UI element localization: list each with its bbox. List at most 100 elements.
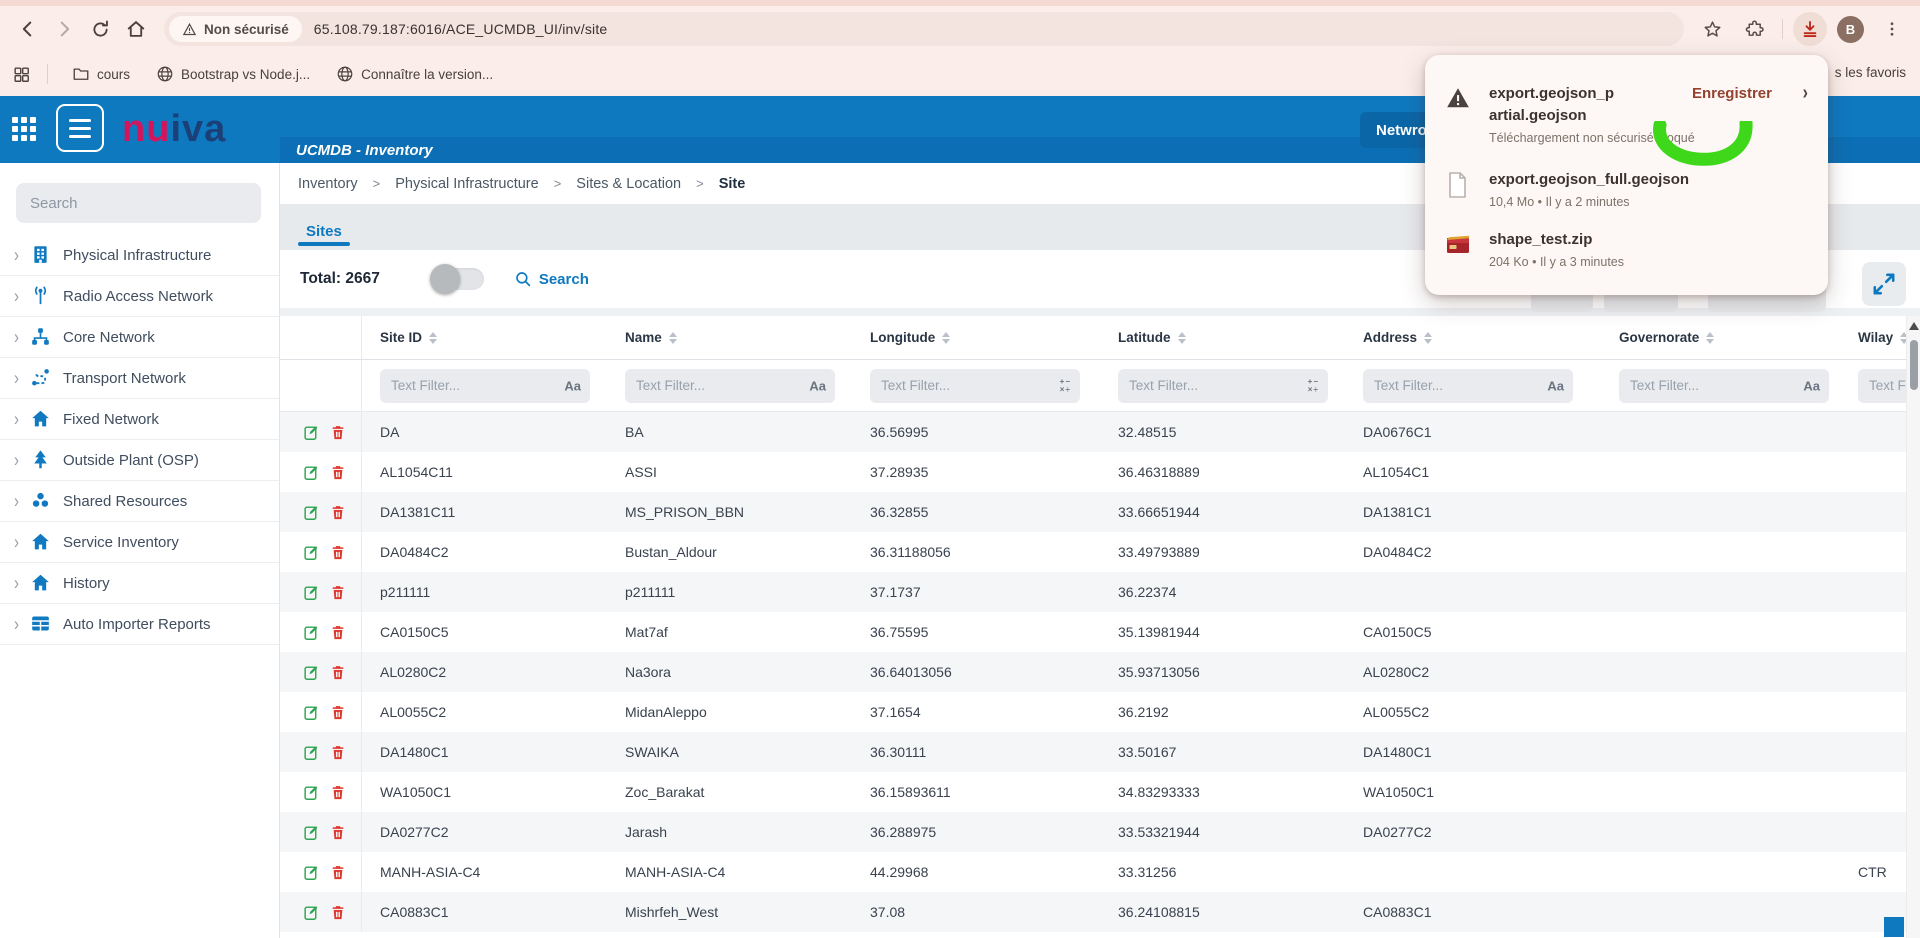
bookmark-conna-tre-la-version[interactable]: Connaître la version... (328, 61, 501, 87)
table-row[interactable]: AL0055C2MidanAleppo37.165436.2192AL0055C… (280, 692, 1920, 732)
delete-row-button[interactable] (330, 904, 347, 921)
scrollbar-up-arrow[interactable] (1909, 322, 1919, 330)
column-header-address[interactable]: Address (1345, 330, 1601, 345)
column-header-site-id[interactable]: Site ID (362, 330, 607, 345)
bookmark-bootstrap-vs-node-j[interactable]: Bootstrap vs Node.j... (148, 61, 318, 87)
download-item-zip[interactable]: shape_test.zip 204 Ko • Il y a 3 minutes (1425, 229, 1828, 269)
table-row[interactable]: AL0280C2Na3ora36.6401305635.93713056AL02… (280, 652, 1920, 692)
search-button[interactable]: Search (514, 270, 589, 288)
sidebar-search-input[interactable] (16, 183, 261, 223)
table-row[interactable]: p211111p21111137.173736.22374 (280, 572, 1920, 612)
nuiva-logo[interactable]: nuiva (122, 108, 226, 151)
edit-row-button[interactable] (303, 504, 320, 521)
expand-table-button[interactable] (1862, 262, 1906, 306)
apps-grid-icon[interactable] (12, 65, 31, 84)
sort-icon[interactable] (1706, 332, 1714, 344)
browser-menu-button[interactable] (1874, 11, 1910, 47)
edit-row-button[interactable] (303, 864, 320, 881)
back-button[interactable] (10, 11, 46, 47)
bookmark-cours[interactable]: cours (64, 61, 138, 87)
table-row[interactable]: MANH-ASIA-C4MANH-ASIA-C444.2996833.31256… (280, 852, 1920, 892)
map-toggle[interactable] (432, 268, 484, 290)
delete-row-button[interactable] (330, 784, 347, 801)
profile-avatar[interactable]: B (1837, 16, 1864, 43)
edit-row-button[interactable] (303, 704, 320, 721)
download-item-blocked[interactable]: export.geojson_partial.geojson Télécharg… (1425, 83, 1828, 145)
security-chip[interactable]: Non sécurisé (169, 16, 302, 42)
delete-row-button[interactable] (330, 504, 347, 521)
sidebar-item-core-network[interactable]: › Core Network (0, 317, 279, 358)
table-row[interactable]: DA0277C2Jarash36.28897533.53321944DA0277… (280, 812, 1920, 852)
table-row[interactable]: CA0150C5Mat7af36.7559535.13981944CA0150C… (280, 612, 1920, 652)
forward-button[interactable] (46, 11, 82, 47)
sidebar-item-fixed-network[interactable]: › Fixed Network (0, 399, 279, 440)
edit-row-button[interactable] (303, 744, 320, 761)
sidebar-item-auto-importer-reports[interactable]: › Auto Importer Reports (0, 604, 279, 645)
edit-row-button[interactable] (303, 784, 320, 801)
url-text[interactable]: 65.108.79.187:6016/ACE_UCMDB_UI/inv/site (314, 21, 608, 37)
delete-row-button[interactable] (330, 624, 347, 641)
table-row[interactable]: DA1480C1SWAIKA36.3011133.50167DA1480C1 (280, 732, 1920, 772)
column-header-governorate[interactable]: Governorate (1601, 330, 1840, 345)
table-row[interactable]: DA1381C11MS_PRISON_BBN36.3285533.6665194… (280, 492, 1920, 532)
delete-row-button[interactable] (330, 704, 347, 721)
edit-row-button[interactable] (303, 544, 320, 561)
download-filename[interactable]: shape_test.zip (1489, 231, 1592, 248)
download-filename[interactable]: export.geojson_full.geojson (1489, 171, 1689, 188)
delete-row-button[interactable] (330, 864, 347, 881)
column-header-latitude[interactable]: Latitude (1100, 330, 1345, 345)
sidebar-item-outside-plant-osp[interactable]: › Outside Plant (OSP) (0, 440, 279, 481)
table-row[interactable]: DA0484C2Bustan_Aldour36.3118805633.49793… (280, 532, 1920, 572)
download-item-full[interactable]: export.geojson_full.geojson 10,4 Mo • Il… (1425, 169, 1828, 209)
filter-input-governorate[interactable] (1619, 369, 1829, 403)
scrollbar-thumb[interactable] (1910, 340, 1918, 390)
sidebar-item-history[interactable]: › History (0, 563, 279, 604)
sidebar-item-physical-infrastructure[interactable]: › Physical Infrastructure (0, 235, 279, 276)
sort-icon[interactable] (1178, 332, 1186, 344)
breadcrumb-physical-infrastructure[interactable]: Physical Infrastructure (395, 176, 538, 192)
save-anyway-button[interactable]: Enregistrer (1692, 85, 1772, 102)
home-button[interactable] (118, 11, 154, 47)
vertical-scrollbar[interactable] (1906, 316, 1920, 938)
address-bar[interactable]: Non sécurisé 65.108.79.187:6016/ACE_UCMD… (164, 12, 1684, 46)
sort-icon[interactable] (1424, 332, 1432, 344)
breadcrumb-sites-location[interactable]: Sites & Location (576, 176, 681, 192)
filter-input-latitude[interactable] (1118, 369, 1328, 403)
edit-row-button[interactable] (303, 584, 320, 601)
download-filename[interactable]: export.geojson_partial.geojson (1489, 83, 1621, 127)
edit-row-button[interactable] (303, 664, 320, 681)
table-row[interactable]: WA1050C1Zoc_Barakat36.1589361134.8329333… (280, 772, 1920, 812)
sidebar-item-transport-network[interactable]: › Transport Network (0, 358, 279, 399)
delete-row-button[interactable] (330, 824, 347, 841)
downloads-button[interactable] (1793, 12, 1827, 46)
reload-button[interactable] (82, 11, 118, 47)
edit-row-button[interactable] (303, 624, 320, 641)
table-row[interactable]: AL1054C11ASSI37.2893536.46318889AL1054C1 (280, 452, 1920, 492)
sort-icon[interactable] (942, 332, 950, 344)
filter-input-address[interactable] (1363, 369, 1573, 403)
column-header-longitude[interactable]: Longitude (852, 330, 1100, 345)
filter-input-site-id[interactable] (380, 369, 590, 403)
toggle-knob[interactable] (430, 264, 460, 294)
app-launcher-icon[interactable] (12, 117, 38, 143)
delete-row-button[interactable] (330, 544, 347, 561)
edit-row-button[interactable] (303, 424, 320, 441)
chevron-right-icon[interactable]: › (1803, 83, 1808, 106)
hamburger-menu-button[interactable] (56, 104, 104, 152)
breadcrumb-inventory[interactable]: Inventory (298, 176, 358, 192)
edit-row-button[interactable] (303, 464, 320, 481)
table-row[interactable]: DABA36.5699532.48515DA0676C1 (280, 412, 1920, 452)
edit-row-button[interactable] (303, 904, 320, 921)
extensions-button[interactable] (1736, 11, 1772, 47)
filter-input-name[interactable] (625, 369, 835, 403)
delete-row-button[interactable] (330, 464, 347, 481)
delete-row-button[interactable] (330, 664, 347, 681)
sidebar-item-radio-access-network[interactable]: › Radio Access Network (0, 276, 279, 317)
delete-row-button[interactable] (330, 744, 347, 761)
edit-row-button[interactable] (303, 824, 320, 841)
delete-row-button[interactable] (330, 584, 347, 601)
table-row[interactable]: CA0883C1Mishrfeh_West37.0836.24108815CA0… (280, 892, 1920, 932)
sort-icon[interactable] (429, 332, 437, 344)
filter-input-longitude[interactable] (870, 369, 1080, 403)
sidebar-item-service-inventory[interactable]: › Service Inventory (0, 522, 279, 563)
